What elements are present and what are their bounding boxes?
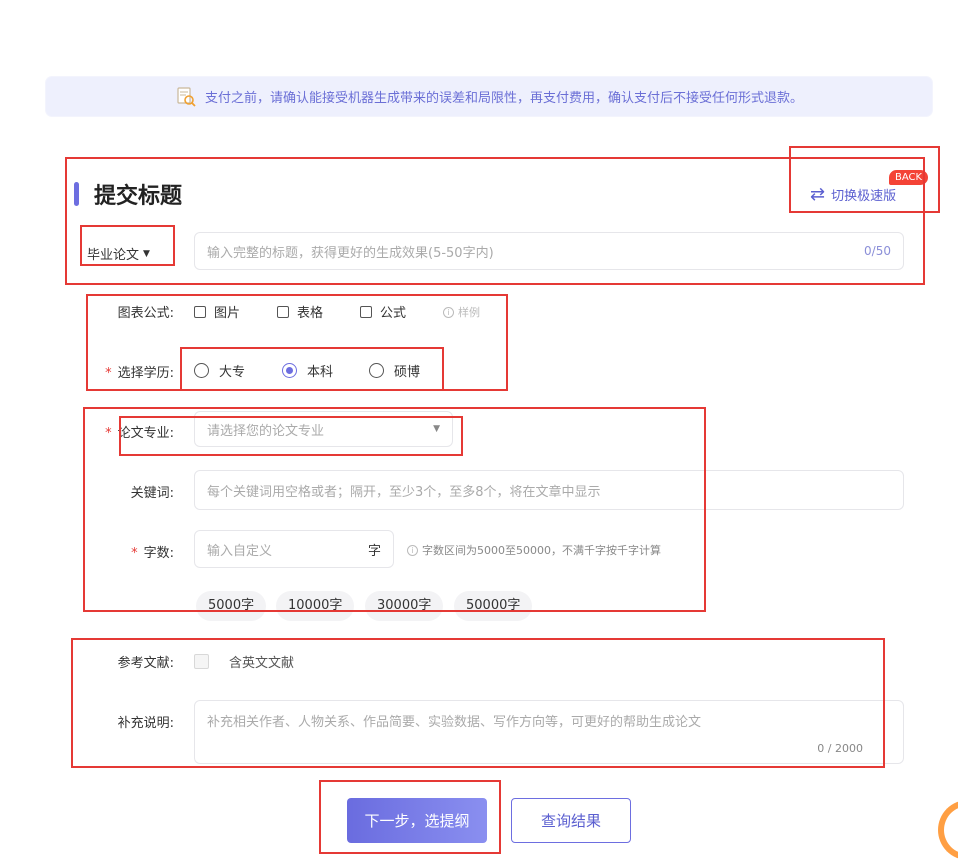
back-badge: BACK [889, 170, 929, 185]
references-label: 参考文献: [117, 656, 174, 671]
checkbox-table-label: 表格 [297, 306, 324, 321]
radio-circle[interactable] [369, 363, 384, 378]
paper-type-select[interactable]: 毕业论文 ▼ [87, 244, 150, 263]
checkbox-formula[interactable]: 公式 [360, 302, 406, 321]
radio-bachelor[interactable]: 本科 [282, 361, 333, 380]
supplement-counter: 0 / 2000 [817, 742, 863, 755]
document-search-icon [175, 86, 197, 108]
title-counter: 0/50 [864, 244, 891, 258]
preset-10000[interactable]: 10000字 [276, 591, 355, 621]
checkbox-english-refs-label: 含英文文献 [229, 656, 295, 671]
words-label: * 字数: [84, 542, 174, 561]
query-result-button[interactable]: 查询结果 [511, 798, 631, 843]
word-count-hint: i 字数区间为5000至50000，不满千字按千字计算 [407, 542, 661, 558]
keywords-input[interactable]: 每个关键词用空格或者；隔开，至少3个，至多8个，将在文章中显示 [194, 470, 904, 510]
info-icon: i [407, 544, 418, 556]
caret-down-icon: ▼ [433, 424, 440, 434]
major-label: * 论文专业: [84, 422, 174, 441]
figures-label: 图表公式: [117, 306, 174, 321]
checkbox-box[interactable] [360, 305, 372, 318]
major-select[interactable]: 请选择您的论文专业 ▼ [194, 411, 453, 447]
info-icon: i [443, 306, 454, 318]
checkbox-image-label: 图片 [214, 306, 241, 321]
words-label-text: 字数: [143, 546, 174, 561]
caret-down-icon: ▼ [143, 248, 150, 259]
radio-junior-college-label: 大专 [219, 365, 246, 380]
word-unit: 字 [367, 543, 381, 559]
supplement-placeholder: 补充相关作者、人物关系、作品简要、实验数据、写作方向等，可更好的帮助生成论文 [207, 715, 702, 730]
floating-helper-icon[interactable] [938, 800, 958, 860]
education-label-text: 选择学历: [117, 366, 174, 381]
checkbox-box[interactable] [277, 305, 289, 318]
notice-text: 支付之前，请确认能接受机器生成带来的误差和局限性，再支付费用，确认支付后不接受任… [204, 91, 803, 106]
title-accent-bar [74, 182, 79, 206]
swap-arrows-icon: ⇄ [810, 184, 826, 205]
next-select-outline-button[interactable]: 下一步，选提纲 [347, 798, 487, 843]
sample-label: 样例 [458, 306, 480, 319]
checkbox-image[interactable]: 图片 [194, 302, 240, 321]
required-mark: * [105, 426, 112, 441]
checkbox-box[interactable] [194, 654, 209, 669]
radio-master-doctor[interactable]: 硕博 [369, 361, 420, 380]
radio-circle-selected[interactable] [282, 363, 297, 378]
major-label-text: 论文专业: [117, 426, 174, 441]
paper-type-value: 毕业论文 [87, 248, 140, 263]
checkbox-table[interactable]: 表格 [277, 302, 323, 321]
radio-bachelor-label: 本科 [307, 365, 334, 380]
switch-fast-version-button[interactable]: ⇄ 切换极速版 [810, 184, 896, 205]
keywords-label: 关键词: [130, 486, 174, 501]
education-label: * 选择学历: [84, 362, 174, 381]
major-placeholder: 请选择您的论文专业 [207, 423, 325, 439]
preset-5000[interactable]: 5000字 [196, 591, 267, 621]
word-count-placeholder: 输入自定义 [207, 543, 273, 559]
required-mark: * [105, 366, 112, 381]
keywords-placeholder: 每个关键词用空格或者；隔开，至少3个，至多8个，将在文章中显示 [207, 484, 601, 500]
supplement-textarea[interactable]: 补充相关作者、人物关系、作品简要、实验数据、写作方向等，可更好的帮助生成论文 0… [194, 700, 904, 764]
title-input[interactable]: 输入完整的标题，获得更好的生成效果(5-50字内) 0/50 [194, 232, 904, 270]
switch-label: 切换极速版 [831, 189, 897, 204]
radio-junior-college[interactable]: 大专 [194, 361, 245, 380]
preset-50000[interactable]: 50000字 [454, 591, 533, 621]
preset-30000[interactable]: 30000字 [365, 591, 444, 621]
page-title: 提交标题 [94, 184, 183, 209]
title-placeholder: 输入完整的标题，获得更好的生成效果(5-50字内) [207, 245, 494, 261]
word-count-input[interactable]: 输入自定义 字 [194, 530, 394, 568]
checkbox-box[interactable] [194, 305, 206, 318]
radio-master-doctor-label: 硕博 [394, 365, 421, 380]
checkbox-english-refs[interactable]: 含英文文献 [194, 652, 294, 671]
required-mark: * [131, 546, 138, 561]
checkbox-formula-label: 公式 [380, 306, 407, 321]
supplement-label: 补充说明: [117, 716, 174, 731]
payment-notice: 支付之前，请确认能接受机器生成带来的误差和局限性，再支付费用，确认支付后不接受任… [46, 77, 932, 116]
sample-link[interactable]: i 样例 [443, 304, 480, 320]
radio-circle[interactable] [194, 363, 209, 378]
word-count-hint-text: 字数区间为5000至50000，不满千字按千字计算 [422, 544, 661, 557]
